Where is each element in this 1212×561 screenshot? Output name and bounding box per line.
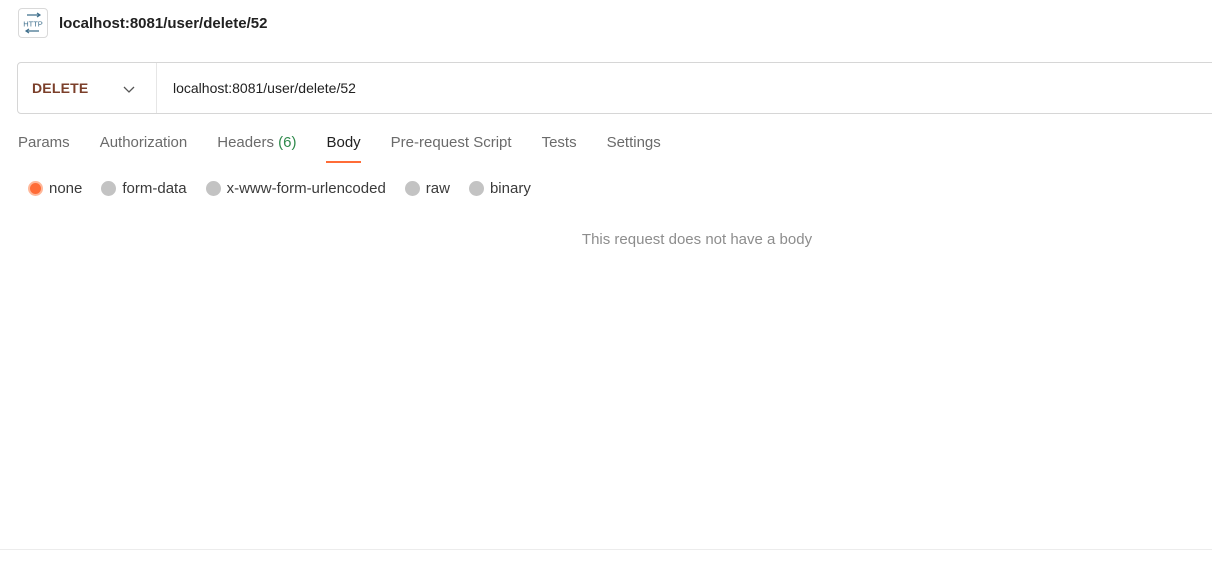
tab-settings-label: Settings (606, 134, 661, 151)
body-option-binary[interactable]: binary (468, 179, 531, 197)
radio-x-www-form-urlencoded[interactable] (205, 180, 221, 196)
body-type-options: none form-data x-www-form-urlencoded raw… (28, 176, 550, 200)
body-option-none[interactable]: none (28, 180, 82, 197)
tab-body-label: Body (326, 134, 361, 151)
radio-form-data[interactable] (101, 180, 117, 196)
http-icon: HTTP (18, 8, 48, 38)
tab-tests[interactable]: Tests (542, 129, 577, 163)
tab-headers[interactable]: Headers (6) (217, 129, 296, 163)
request-title: localhost:8081/user/delete/52 (59, 14, 268, 32)
tab-tests-label: Tests (541, 134, 577, 151)
tab-pre-request-script[interactable]: Pre-request Script (391, 129, 512, 163)
tab-params-label: Params (18, 134, 70, 151)
url-input[interactable] (173, 80, 1173, 96)
body-option-raw-label: raw (425, 179, 450, 197)
method-label: DELETE (32, 80, 89, 96)
body-option-x-www-form-urlencoded-label: x-www-form-urlencoded (226, 179, 386, 197)
request-bar: DELETE (17, 62, 1212, 114)
http-icon-text: HTTP (23, 20, 43, 29)
chevron-down-icon (123, 86, 135, 93)
radio-raw[interactable] (404, 180, 420, 196)
body-option-raw[interactable]: raw (404, 179, 450, 197)
method-select[interactable]: DELETE (18, 63, 157, 113)
tab-settings[interactable]: Settings (607, 129, 661, 163)
tab-authorization-label: Authorization (99, 134, 188, 151)
tab-headers-count: (6) (278, 134, 297, 151)
body-option-none-label: none (49, 179, 83, 197)
radio-binary[interactable] (468, 180, 484, 196)
body-option-form-data[interactable]: form-data (101, 179, 187, 197)
tab-pre-request-script-label: Pre-request Script (390, 134, 512, 151)
body-option-x-www-form-urlencoded[interactable]: x-www-form-urlencoded (205, 179, 386, 197)
radio-none[interactable] (28, 180, 43, 196)
empty-body-message: This request does not have a body (581, 231, 813, 248)
bottom-divider (0, 549, 1212, 550)
body-option-form-data-label: form-data (122, 179, 187, 197)
body-option-binary-label: binary (489, 179, 531, 197)
tab-params[interactable]: Params (18, 129, 70, 163)
request-header: HTTP localhost:8081/user/delete/52 (18, 7, 267, 39)
tab-headers-label: Headers (217, 134, 274, 151)
request-tabs: Params Authorization Headers (6) Body Pr… (18, 129, 691, 163)
tab-authorization[interactable]: Authorization (100, 129, 188, 163)
tab-body[interactable]: Body (326, 129, 361, 163)
